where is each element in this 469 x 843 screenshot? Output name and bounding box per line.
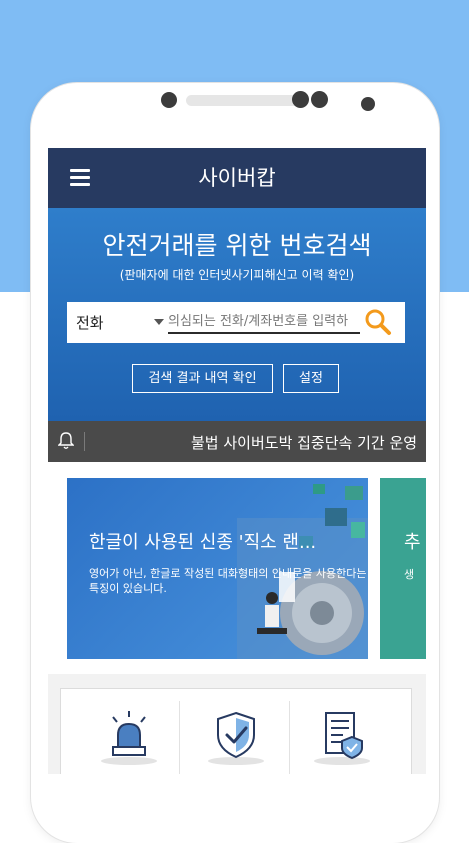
search-type-label: 전화 xyxy=(76,314,104,332)
quick-menu-item-shield[interactable] xyxy=(178,689,294,774)
phone-sensor-2 xyxy=(311,91,328,108)
search-type-select[interactable]: 전화 xyxy=(67,302,167,343)
app-screen: 사이버캅 안전거래를 위한 번호검색 (판매자에 대한 인터넷사기피해신고 이력… xyxy=(48,148,426,774)
siren-icon xyxy=(101,711,157,765)
app-bar: 사이버캅 xyxy=(48,148,426,208)
banner-card[interactable]: 한글이 사용된 신종 '직소 랜... 영어가 아닌, 한글로 작성된 대화형태… xyxy=(67,478,368,659)
phone-camera xyxy=(161,92,177,108)
settings-button[interactable]: 설정 xyxy=(283,364,339,393)
notice-bar[interactable]: 불법 사이버도박 집중단속 기간 운영 xyxy=(48,421,426,462)
banner-card-next[interactable]: 추 생 xyxy=(380,478,426,659)
quick-menu-item-report[interactable] xyxy=(294,689,410,774)
notice-text: 불법 사이버도박 집중단속 기간 운영 xyxy=(191,434,418,452)
quick-menu xyxy=(60,688,412,774)
app-title: 사이버캅 xyxy=(198,166,276,190)
search-icon[interactable] xyxy=(363,307,393,337)
bell-icon xyxy=(58,432,74,449)
phone-sensor xyxy=(292,91,309,108)
search-hero: 안전거래를 위한 번호검색 (판매자에 대한 인터넷사기피해신고 이력 확인) … xyxy=(48,208,426,421)
notice-divider xyxy=(84,432,85,451)
search-box: 전화 xyxy=(67,302,405,343)
banner-next-subtitle: 생 xyxy=(404,568,415,581)
search-input[interactable] xyxy=(168,310,360,334)
banner-next-title: 추 xyxy=(404,532,421,553)
quick-menu-item-siren[interactable] xyxy=(61,689,177,774)
chevron-down-icon xyxy=(154,319,164,325)
shield-check-icon xyxy=(208,711,264,765)
quick-menu-divider xyxy=(289,701,290,774)
report-document-icon xyxy=(314,712,370,765)
banner-description: 영어가 아닌, 한글로 작성된 대화형태의 안내문을 사용한다는 특징이 있습니… xyxy=(89,567,367,595)
hero-title: 안전거래를 위한 번호검색 xyxy=(102,231,372,260)
phone-front-camera xyxy=(361,97,375,111)
hero-subtitle: (판매자에 대한 인터넷사기피해신고 이력 확인) xyxy=(119,268,355,282)
phone-speaker xyxy=(186,95,300,106)
search-history-button[interactable]: 검색 결과 내역 확인 xyxy=(132,364,273,393)
banner-title: 한글이 사용된 신종 '직소 랜... xyxy=(89,532,317,553)
banner-carousel: 한글이 사용된 신종 '직소 랜... 영어가 아닌, 한글로 작성된 대화형태… xyxy=(48,462,426,674)
